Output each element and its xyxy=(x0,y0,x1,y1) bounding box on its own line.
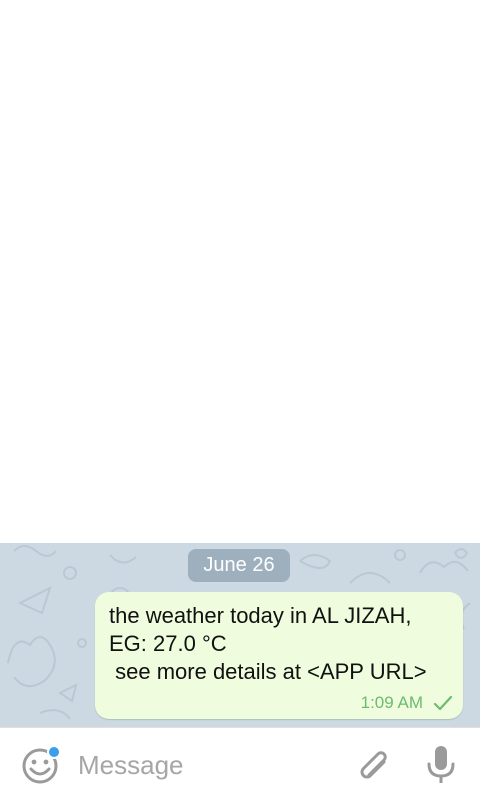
message-composer xyxy=(0,727,480,800)
message-meta: 1:09 AM xyxy=(361,693,453,713)
notification-dot xyxy=(47,745,61,759)
message-text: the weather today in AL JIZAH, EG: 27.0 … xyxy=(109,603,427,684)
chat-screen: June 26 the weather today in AL JIZAH, E… xyxy=(0,0,480,800)
check-icon xyxy=(433,695,453,711)
microphone-icon[interactable] xyxy=(424,744,458,786)
paperclip-icon[interactable] xyxy=(352,744,392,784)
message-time: 1:09 AM xyxy=(360,693,423,712)
blank-area xyxy=(0,0,480,543)
message-input[interactable] xyxy=(78,745,338,785)
date-separator: June 26 xyxy=(188,549,290,582)
outgoing-message-bubble[interactable]: the weather today in AL JIZAH, EG: 27.0 … xyxy=(95,592,463,719)
